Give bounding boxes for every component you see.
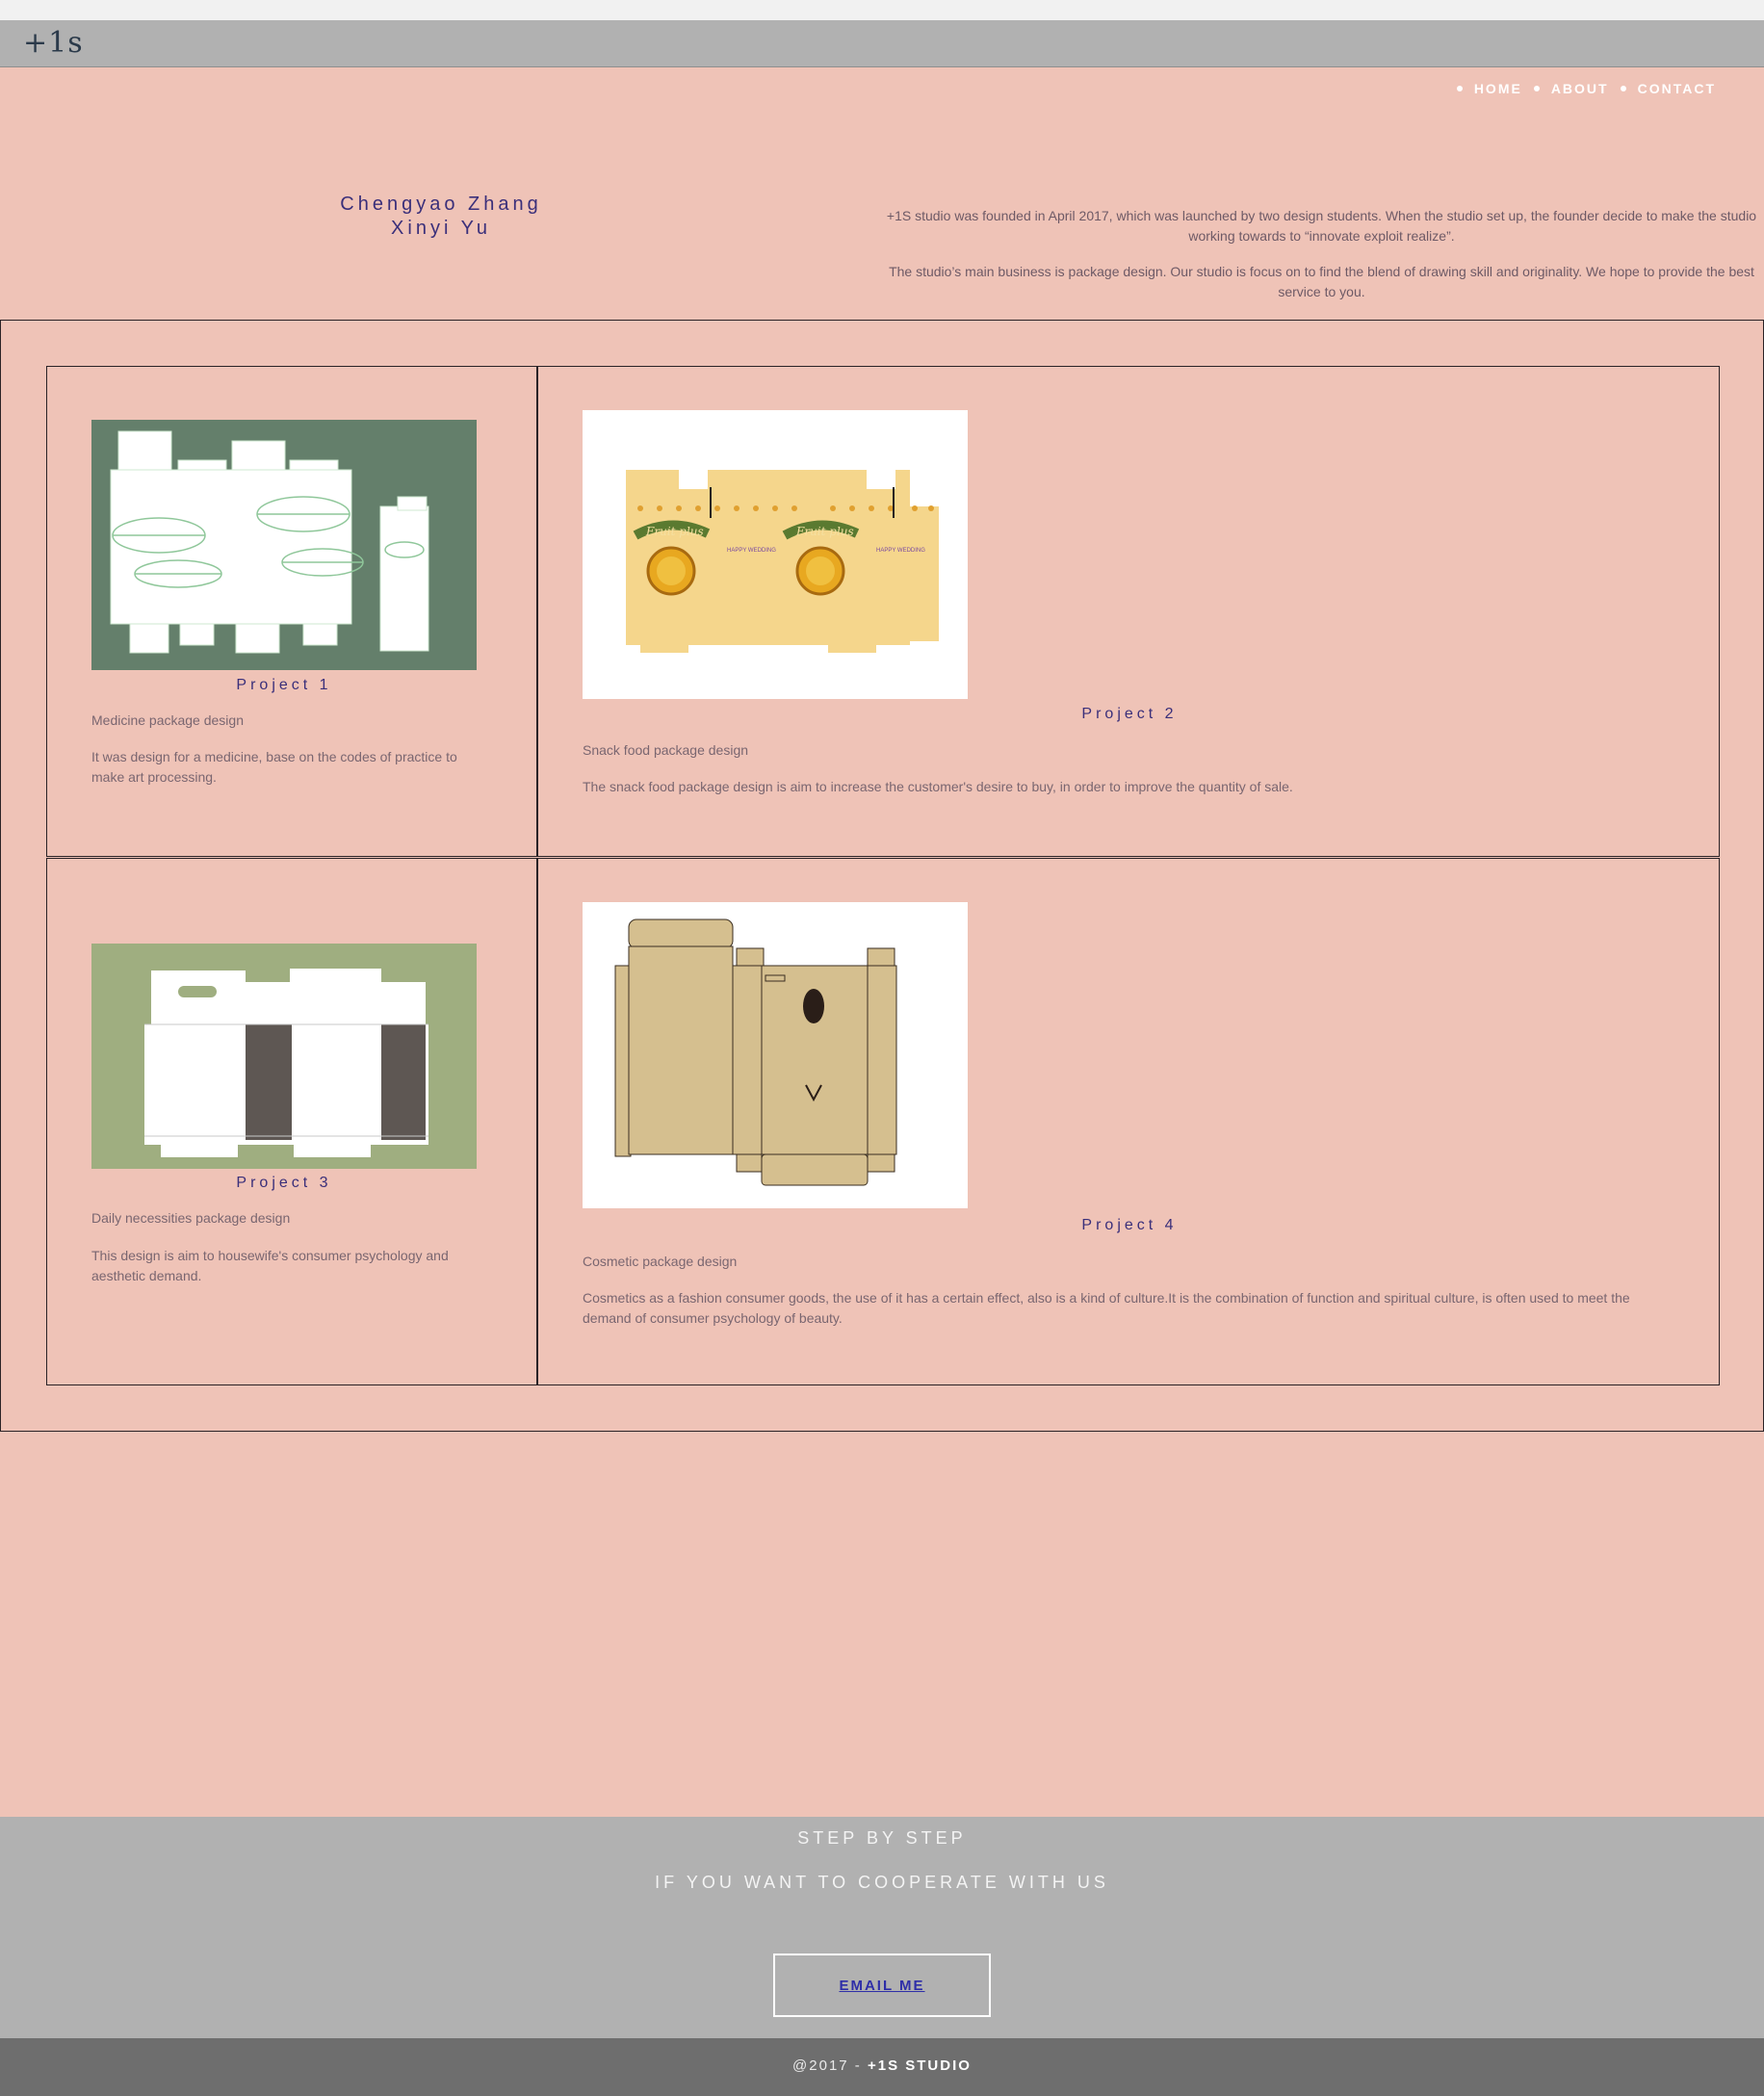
bullet-icon	[1620, 86, 1626, 91]
nav-home[interactable]: HOME	[1474, 81, 1522, 96]
project-4-subtitle: Cosmetic package design	[583, 1254, 738, 1269]
daily-necessities-package-image	[91, 944, 477, 1169]
medicine-package-image	[91, 420, 477, 670]
project-card-4[interactable]: Project 4 Cosmetic package design Cosmet…	[537, 858, 1720, 1385]
project-3-description: This design is aim to housewife's consum…	[91, 1248, 449, 1283]
project-2-title[interactable]: Project 2	[538, 706, 1721, 723]
project-3-subtitle: Daily necessities package design	[91, 1210, 291, 1226]
cta-section: STEP BY STEP IF YOU WANT TO COOPERATE WI…	[0, 1817, 1764, 2038]
project-1-subtitle: Medicine package design	[91, 712, 244, 728]
svg-text:HAPPY WEDDING: HAPPY WEDDING	[727, 548, 776, 554]
projects-section: Project 1 Medicine package design It was…	[0, 320, 1764, 1432]
svg-text:Fruit plus: Fruit plus	[795, 525, 854, 538]
founder-name-1: Chengyao Zhang	[340, 194, 542, 215]
email-me-button[interactable]: EMAIL ME	[773, 1954, 991, 2017]
copyright-brand: +1S STUDIO	[867, 2057, 972, 2074]
svg-text:Fruit plus: Fruit plus	[645, 525, 704, 538]
founder-name-2: Xinyi Yu	[391, 218, 491, 239]
project-1-description: It was design for a medicine, base on th…	[91, 749, 457, 785]
founder-names: Chengyao Zhang Xinyi Yu	[289, 193, 593, 241]
about-paragraph-1: +1S studio was founded in April 2017, wh…	[886, 208, 1757, 244]
cta-cooperate-text: IF YOU WANT TO COOPERATE WITH US	[655, 1873, 1109, 1892]
project-card-2[interactable]: Fruit plus Fruit plus HAPPY WEDDING HAPP…	[537, 366, 1720, 857]
browser-top-strip	[0, 0, 1764, 20]
project-2-description: The snack food package design is aim to …	[583, 779, 1293, 794]
project-card-1[interactable]: Project 1 Medicine package design It was…	[46, 366, 537, 857]
copyright: @2017 - +1S STUDIO	[0, 2057, 1764, 2074]
cosmetic-package-image	[583, 902, 968, 1208]
cta-tagline: STEP BY STEP	[797, 1828, 967, 1848]
site-footer: @2017 - +1S STUDIO	[0, 2038, 1764, 2096]
nav-contact[interactable]: CONTACT	[1638, 81, 1716, 96]
snack-package-image: Fruit plus Fruit plus HAPPY WEDDING HAPP…	[583, 410, 968, 699]
email-me-label[interactable]: EMAIL ME	[839, 1978, 924, 1994]
site-header: +1s	[0, 20, 1764, 67]
copyright-prefix: @2017 -	[792, 2057, 868, 2074]
nav-about[interactable]: ABOUT	[1551, 81, 1609, 96]
bullet-icon	[1456, 86, 1463, 91]
studio-about: +1S studio was founded in April 2017, wh…	[886, 206, 1757, 318]
bullet-icon	[1533, 86, 1540, 91]
project-3-title[interactable]: Project 3	[91, 1175, 477, 1192]
about-paragraph-2: The studio’s main business is package de…	[889, 264, 1754, 299]
svg-text:HAPPY WEDDING: HAPPY WEDDING	[876, 548, 925, 554]
project-4-title[interactable]: Project 4	[538, 1217, 1721, 1234]
main-nav: HOME ABOUT CONTACT	[1456, 81, 1716, 96]
project-2-subtitle: Snack food package design	[583, 742, 749, 758]
project-card-3[interactable]: Project 3 Daily necessities package desi…	[46, 858, 537, 1385]
project-4-description: Cosmetics as a fashion consumer goods, t…	[583, 1290, 1630, 1326]
site-logo[interactable]: +1s	[23, 26, 84, 60]
project-1-title[interactable]: Project 1	[91, 677, 477, 694]
